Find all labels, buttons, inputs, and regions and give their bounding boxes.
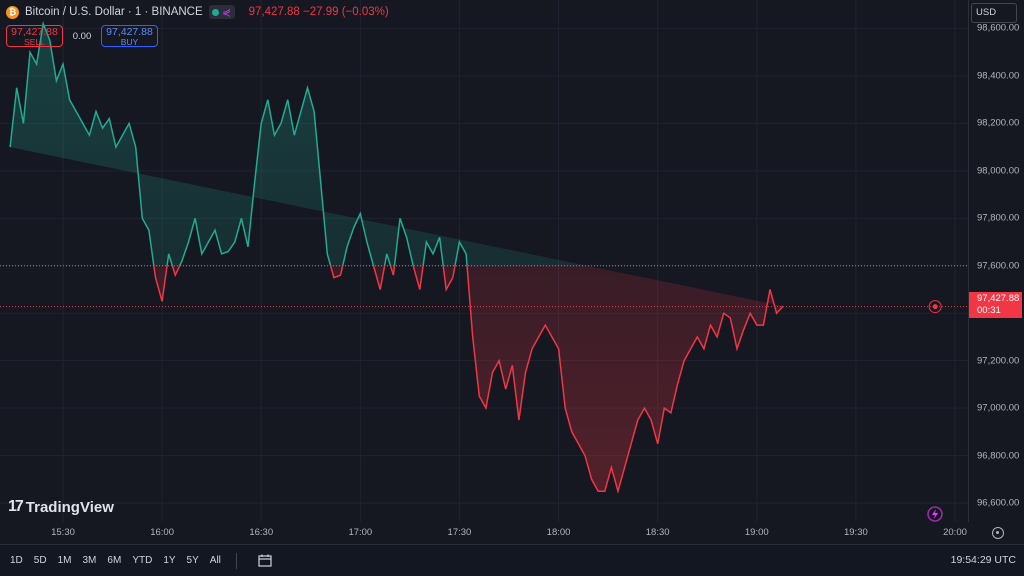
range-button-3m[interactable]: 3M bbox=[83, 555, 97, 566]
price-tick-label: 98,200.00 bbox=[977, 117, 1020, 129]
time-tick-label: 16:30 bbox=[249, 527, 274, 538]
range-button-5d[interactable]: 5D bbox=[34, 555, 47, 566]
price-tick-label: 98,000.00 bbox=[977, 165, 1020, 177]
range-button-5y[interactable]: 5Y bbox=[187, 555, 199, 566]
symbol-title[interactable]: Bitcoin / U.S. Dollar · 1 · BINANCE bbox=[25, 6, 203, 18]
price-line-down bbox=[153, 265, 784, 495]
tradingview-watermark[interactable]: 17 TradingView bbox=[8, 498, 114, 516]
time-tick-label: 17:00 bbox=[348, 527, 373, 538]
time-tick-label: 16:00 bbox=[150, 527, 174, 538]
time-tick-label: 18:00 bbox=[546, 527, 571, 538]
range-button-6m[interactable]: 6M bbox=[107, 555, 121, 566]
symbol-legend[interactable]: ₿ Bitcoin / U.S. Dollar · 1 · BINANCE ⋞ … bbox=[6, 5, 389, 19]
toolbar-separator bbox=[235, 552, 237, 569]
chart-area[interactable]: ₿ Bitcoin / U.S. Dollar · 1 · BINANCE ⋞ … bbox=[0, 0, 968, 522]
range-button-ytd[interactable]: YTD bbox=[132, 555, 152, 566]
time-tick-label: 15:30 bbox=[51, 527, 75, 538]
price-chart[interactable] bbox=[0, 0, 968, 522]
sell-button[interactable]: 97,427.88 SELL bbox=[6, 25, 63, 47]
spread-value: 0.00 bbox=[72, 30, 92, 42]
area-fill-up bbox=[10, 23, 587, 266]
date-range-buttons: 1D 5D 1M 3M 6M YTD 1Y 5Y All bbox=[10, 545, 272, 576]
sell-label: SELL bbox=[24, 37, 45, 47]
range-button-1y[interactable]: 1Y bbox=[163, 555, 175, 566]
last-price-value: 97,427.88 bbox=[977, 293, 1020, 304]
price-tick-label: 98,600.00 bbox=[977, 22, 1020, 34]
price-tick-label: 96,800.00 bbox=[977, 450, 1020, 462]
price-tick-label: 97,000.00 bbox=[977, 402, 1020, 414]
price-line-up bbox=[9, 20, 468, 266]
bitcoin-icon: ₿ bbox=[6, 5, 19, 19]
price-axis[interactable]: 98,600.00 98,400.00 98,200.00 98,000.00 97,8… bbox=[968, 0, 1024, 522]
time-tick-label: 19:00 bbox=[744, 527, 769, 538]
currency-select[interactable]: USD bbox=[971, 3, 1017, 23]
price-tick-label: 98,400.00 bbox=[977, 70, 1020, 82]
buy-button[interactable]: 97,427.88 BUY bbox=[101, 25, 158, 47]
price-tick-label: 97,200.00 bbox=[977, 355, 1020, 367]
last-quote: 97,427.88 −27.99 (−0.03%) bbox=[248, 6, 389, 18]
tradingview-logo-icon: 17 bbox=[8, 498, 24, 515]
buy-label: BUY bbox=[120, 37, 139, 47]
last-price-label: 97,427.88 00:31 bbox=[969, 292, 1022, 318]
bar-countdown: 00:31 bbox=[977, 305, 1001, 316]
area-fill-down bbox=[153, 265, 784, 492]
range-button-1m[interactable]: 1M bbox=[58, 555, 72, 566]
market-open-dot-icon bbox=[212, 8, 220, 16]
sell-price: 97,427.88 bbox=[11, 26, 58, 38]
gear-icon[interactable] bbox=[992, 527, 1004, 539]
calendar-range-icon[interactable] bbox=[258, 554, 272, 567]
time-tick-label: 18:30 bbox=[645, 527, 670, 538]
price-tick-label: 97,800.00 bbox=[977, 212, 1020, 224]
time-tick-label: 19:30 bbox=[843, 527, 868, 538]
price-tick-label: 97,600.00 bbox=[977, 260, 1020, 272]
bottom-toolbar: 1D 5D 1M 3M 6M YTD 1Y 5Y All 19:54:29 UTC bbox=[0, 544, 1024, 576]
range-button-all[interactable]: All bbox=[210, 555, 221, 566]
time-axis[interactable]: 15:30 16:00 16:30 17:00 17:30 18:00 18:30 19:00… bbox=[0, 522, 968, 544]
area-above-baseline bbox=[9, 20, 587, 266]
utc-clock[interactable]: 19:54:29 UTC bbox=[951, 545, 1016, 576]
watermark-text: TradingView bbox=[25, 498, 114, 516]
time-tick-label: 20:00 bbox=[943, 527, 967, 538]
buy-price: 97,427.88 bbox=[106, 26, 153, 38]
lightning-icon[interactable] bbox=[925, 504, 945, 524]
area-below-baseline bbox=[153, 265, 784, 495]
range-button-1d[interactable]: 1D bbox=[10, 555, 23, 566]
trade-buttons: 97,427.88 SELL 0.00 97,427.88 BUY bbox=[6, 25, 158, 47]
share-icon: ⋞ bbox=[222, 6, 232, 19]
time-tick-label: 17:30 bbox=[447, 527, 472, 538]
price-tick-label: 96,600.00 bbox=[977, 497, 1020, 509]
market-status-button[interactable]: ⋞ bbox=[208, 5, 235, 19]
